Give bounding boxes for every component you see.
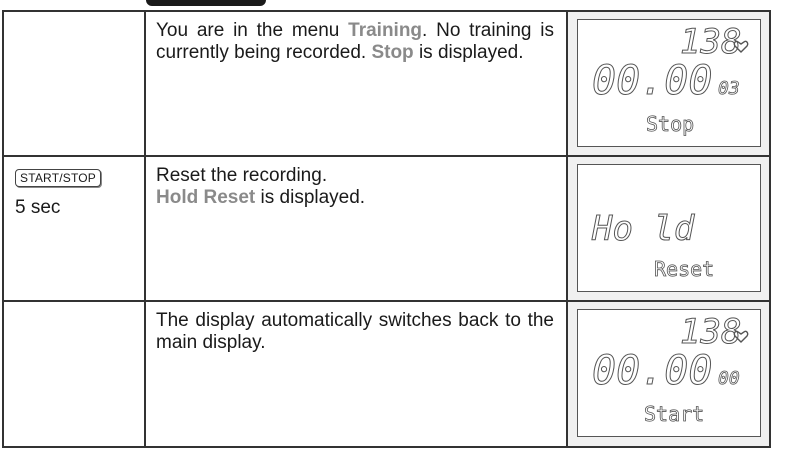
lcd-display: Ho ld Reset xyxy=(577,164,761,292)
lcd-timer-hundredths: 00 xyxy=(718,368,740,390)
step-description: You are in the menu Training. No trainin… xyxy=(146,12,566,64)
lcd-label: Start xyxy=(644,402,705,427)
description-cell: You are in the menu Training. No trainin… xyxy=(144,10,568,157)
display-cell: 138 00.00 03 Stop xyxy=(566,10,771,157)
table-row: The display automatically switches back … xyxy=(2,300,771,448)
step-description: The display automatically switches back … xyxy=(156,310,554,353)
desc-text: is displayed. xyxy=(413,42,524,63)
key-cell xyxy=(2,300,146,448)
description-cell: Reset the recording. Hold Reset is displ… xyxy=(144,155,568,302)
lcd-display: 138 00.00 00 Start xyxy=(577,309,761,437)
desc-text: You are in the menu xyxy=(156,20,349,41)
menu-keyword: Training xyxy=(348,20,423,41)
heart-icon xyxy=(733,40,749,53)
lcd-display: 138 00.00 03 Stop xyxy=(577,19,761,147)
table-row: You are in the menu Training. No trainin… xyxy=(2,10,771,157)
step-description: Reset the recording. Hold Reset is displ… xyxy=(146,157,566,209)
desc-text: is displayed. xyxy=(255,187,366,208)
instruction-table: You are in the menu Training. No trainin… xyxy=(2,10,771,448)
display-keyword: Stop xyxy=(371,42,414,63)
display-cell: Ho ld Reset xyxy=(566,155,771,302)
heart-icon xyxy=(733,330,749,343)
description-cell: The display automatically switches back … xyxy=(144,300,568,448)
lcd-hold-text: Ho ld xyxy=(591,209,695,250)
lcd-label: Reset xyxy=(654,257,715,282)
desc-text: Reset the recording. xyxy=(156,165,328,186)
key-cell xyxy=(2,10,146,157)
display-keyword: Hold Reset xyxy=(156,187,256,208)
display-cell: 138 00.00 00 Start xyxy=(566,300,771,448)
start-stop-key: START/STOP xyxy=(15,169,102,187)
table-row: START/STOP 5 sec Reset the recording. Ho… xyxy=(2,155,771,302)
press-duration: 5 sec xyxy=(15,197,61,218)
lcd-timer: 00.00 xyxy=(591,58,713,105)
lcd-label: Stop xyxy=(646,112,695,137)
lcd-timer: 00.00 xyxy=(591,348,713,395)
key-cell: START/STOP 5 sec xyxy=(2,155,146,302)
cropped-heading-remnant xyxy=(0,0,792,8)
lcd-timer-hundredths: 03 xyxy=(718,78,740,100)
